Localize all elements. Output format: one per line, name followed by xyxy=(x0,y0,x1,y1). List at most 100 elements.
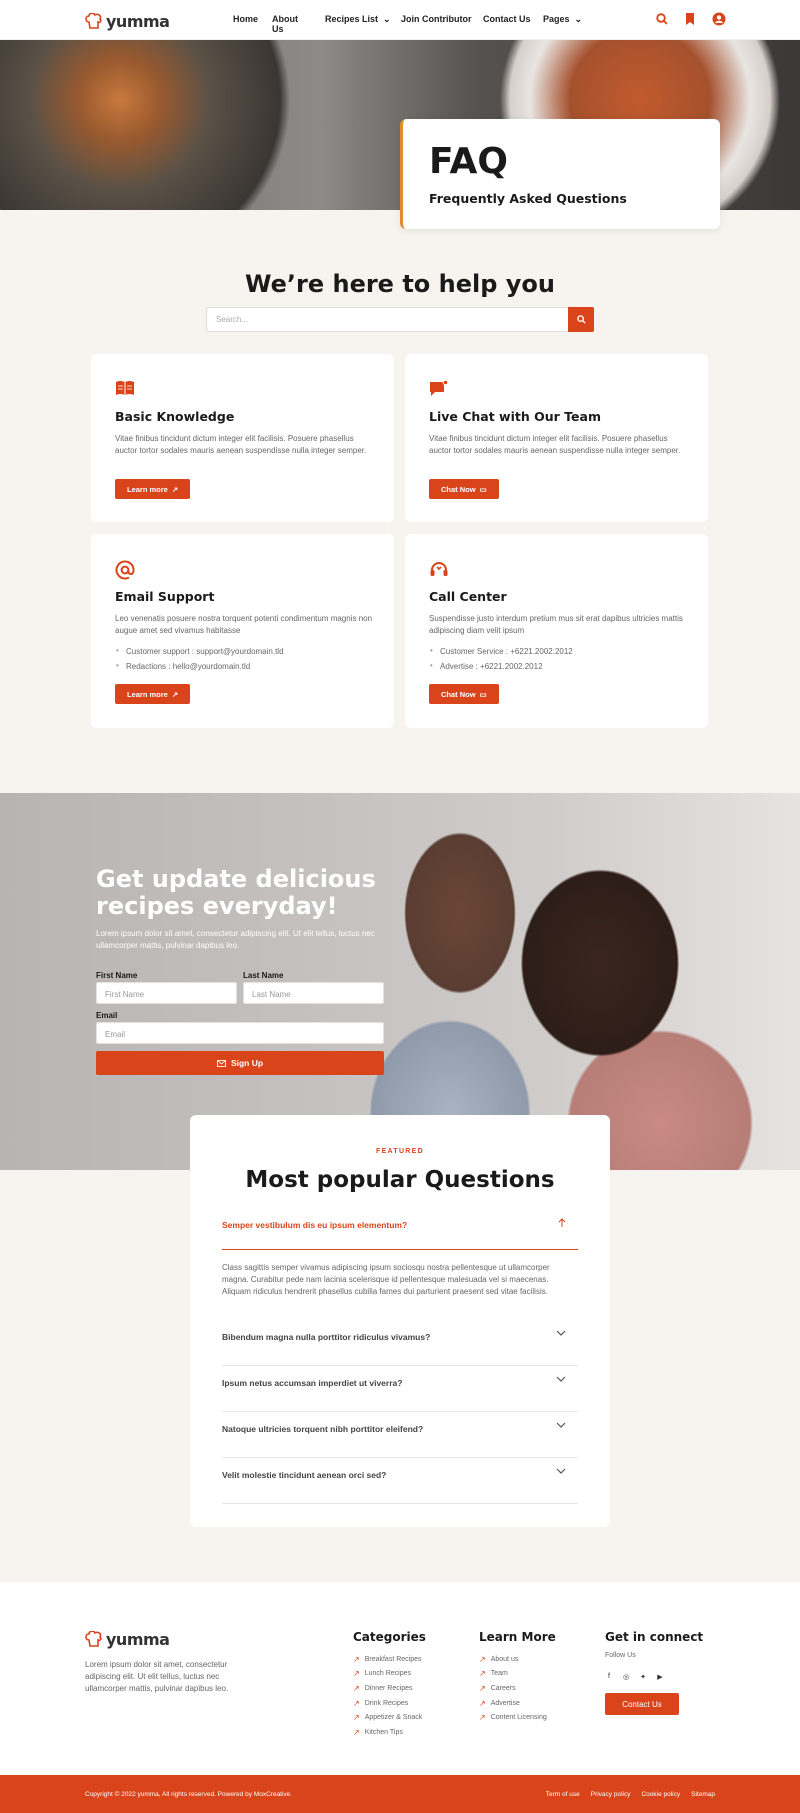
follow-label: Follow Us xyxy=(605,1652,636,1659)
arrow-up-right-icon: ↗ xyxy=(479,1713,486,1723)
chevron-down-icon xyxy=(556,1468,566,1474)
newsletter-title: Get update delicious recipes everyday! xyxy=(96,865,376,920)
logo-text: yumma xyxy=(106,12,170,31)
arrow-up-right-icon: ↗ xyxy=(479,1669,486,1679)
card-live-chat: Live Chat with Our Team Vitae finibus ti… xyxy=(405,354,708,522)
arrow-up-right-icon: ↗ xyxy=(353,1683,360,1693)
footer-logo[interactable]: yumma xyxy=(85,1630,170,1649)
youtube-icon[interactable]: ▶ xyxy=(656,1673,664,1681)
card-email-support: Email Support Leo venenatis posuere nost… xyxy=(91,534,394,728)
chef-hat-icon xyxy=(85,13,102,29)
privacy-policy-link[interactable]: Privacy policy xyxy=(591,1791,631,1798)
cookie-policy-link[interactable]: Cookie policy xyxy=(641,1791,680,1798)
chevron-down-icon: ⌄ xyxy=(383,14,391,24)
card-basic-knowledge: Basic Knowledge Vitae finibus tincidunt … xyxy=(91,354,394,522)
nav-pages[interactable]: Pages ⌄ xyxy=(543,14,582,25)
nav-about[interactable]: About Us xyxy=(272,14,298,34)
logo[interactable]: yumma xyxy=(85,12,170,31)
search-input[interactable]: Search... xyxy=(206,307,594,332)
chat-icon xyxy=(430,380,449,396)
last-name-field[interactable]: Last Name xyxy=(243,982,384,1004)
faq-question: Velit molestie tincidunt aenean orci sed… xyxy=(222,1470,387,1480)
email-label: Email xyxy=(96,1011,118,1020)
legal-links: Term of use Privacy policy Cookie policy… xyxy=(546,1791,715,1798)
chat-now-button[interactable]: Chat Now ▭ xyxy=(429,684,499,704)
faq-answer: Class sagittis semper vivamus adipiscing… xyxy=(222,1263,550,1296)
chef-hat-icon xyxy=(85,1631,102,1647)
arrow-up-right-icon: ↗ xyxy=(353,1654,360,1664)
chevron-down-icon xyxy=(556,1330,566,1336)
term-of-use-link[interactable]: Term of use xyxy=(546,1791,580,1798)
twitter-icon[interactable]: ✦ xyxy=(639,1673,647,1681)
site-header: yumma Home About Us Recipes List ⌄ Join C… xyxy=(0,0,800,40)
footer-heading: Categories xyxy=(353,1630,426,1644)
nav-join[interactable]: Join Contributor xyxy=(401,14,472,24)
list-item: Redactions : hello@yourdomain.tld xyxy=(115,661,284,677)
nav-recipes[interactable]: Recipes List ⌄ xyxy=(325,14,391,25)
sign-up-button[interactable]: Sign Up xyxy=(96,1051,384,1075)
faq-item[interactable]: Velit molestie tincidunt aenean orci sed… xyxy=(222,1468,578,1504)
book-icon xyxy=(116,381,134,395)
list-item: Customer support : support@yourdomain.tl… xyxy=(115,646,284,662)
arrow-up-right-icon: ↗ xyxy=(353,1713,360,1723)
header-actions xyxy=(656,12,726,26)
faq-item[interactable]: Bibendum magna nulla porttitor ridiculus… xyxy=(222,1330,578,1366)
search-icon xyxy=(576,315,586,324)
copyright: Copyright © 2022 yumma, All rights reser… xyxy=(85,1791,293,1798)
footer-link[interactable]: ↗ Advertise xyxy=(479,1696,556,1711)
footer-link[interactable]: ↗ Lunch Recipes xyxy=(353,1667,426,1682)
arrow-up-right-icon: ↗ xyxy=(353,1727,360,1737)
footer-link[interactable]: ↗ Appetizer & Snack xyxy=(353,1710,426,1725)
chat-now-button[interactable]: Chat Now ▭ xyxy=(429,479,499,499)
footer-heading: Learn More xyxy=(479,1630,556,1644)
search-button[interactable] xyxy=(568,307,594,332)
faq-question: Bibendum magna nulla porttitor ridiculus… xyxy=(222,1332,431,1342)
footer-link[interactable]: ↗ Content Licensing xyxy=(479,1710,556,1725)
footer-link[interactable]: ↗ Team xyxy=(479,1667,556,1682)
footer-link[interactable]: ↗ About us xyxy=(479,1652,556,1667)
arrow-up-icon xyxy=(558,1218,566,1227)
arrow-up-right-icon: ↗ xyxy=(353,1669,360,1679)
contact-list: Customer support : support@yourdomain.tl… xyxy=(115,646,284,677)
search-placeholder: Search... xyxy=(216,315,249,324)
chevron-down-icon: ⌄ xyxy=(574,14,583,24)
contact-list: Customer Service : +6221.2002.2012 Adver… xyxy=(429,646,573,677)
email-field[interactable]: Email xyxy=(96,1022,384,1044)
footer-link[interactable]: ↗ Dinner Recipes xyxy=(353,1681,426,1696)
last-name-label: Last Name xyxy=(243,971,284,980)
learn-more-button[interactable]: Learn more ↗ xyxy=(115,479,191,499)
card-title: Live Chat with Our Team xyxy=(429,409,601,424)
search-icon[interactable] xyxy=(656,12,668,26)
facebook-icon[interactable]: f xyxy=(605,1673,613,1681)
at-icon xyxy=(115,560,135,580)
faq-item[interactable]: Ipsum netus accumsan imperdiet ut viverr… xyxy=(222,1376,578,1412)
footer-link[interactable]: ↗ Drink Recipes xyxy=(353,1696,426,1711)
contact-us-button[interactable]: Contact Us xyxy=(605,1693,679,1715)
bookmark-icon[interactable] xyxy=(684,12,696,26)
user-icon[interactable] xyxy=(712,12,726,26)
arrow-up-right-icon: ↗ xyxy=(353,1698,360,1708)
first-name-field[interactable]: First Name xyxy=(96,982,237,1004)
nav-home[interactable]: Home xyxy=(233,14,258,24)
chevron-down-icon xyxy=(556,1376,566,1382)
footer-bottom-bar: Copyright © 2022 yumma, All rights reser… xyxy=(0,1775,800,1813)
instagram-icon[interactable]: ◎ xyxy=(622,1673,630,1681)
chevron-down-icon xyxy=(556,1422,566,1428)
card-text: Vitae finibus tincidunt dictum integer e… xyxy=(429,434,681,455)
sitemap-link[interactable]: Sitemap xyxy=(691,1791,715,1798)
site-footer: yumma Lorem ipsum dolor sit amet, consec… xyxy=(0,1582,800,1775)
section-title: Most popular Questions xyxy=(245,1167,555,1193)
footer-link[interactable]: ↗ Breakfast Recipes xyxy=(353,1652,426,1667)
footer-heading: Get in connect xyxy=(605,1630,704,1644)
footer-link[interactable]: ↗ Kitchen Tips xyxy=(353,1725,426,1740)
faq-item-open[interactable]: Semper vestibulum dis eu ipsum elementum… xyxy=(222,1218,578,1250)
faq-title-card: FAQ Frequently Asked Questions xyxy=(400,119,720,229)
footer-description: Lorem ipsum dolor sit amet, consectetur … xyxy=(85,1660,229,1693)
newsletter-lead: Lorem ipsum dolor sit amet, consectetur … xyxy=(96,929,375,950)
faq-item[interactable]: Natoque ultricies torquent nibh porttito… xyxy=(222,1422,578,1458)
footer-link[interactable]: ↗ Careers xyxy=(479,1681,556,1696)
message-icon: ▭ xyxy=(479,689,487,699)
nav-contact[interactable]: Contact Us xyxy=(483,14,531,24)
learn-more-button[interactable]: Learn more ↗ xyxy=(115,684,191,704)
section-eyebrow: FEATURED xyxy=(376,1148,424,1155)
